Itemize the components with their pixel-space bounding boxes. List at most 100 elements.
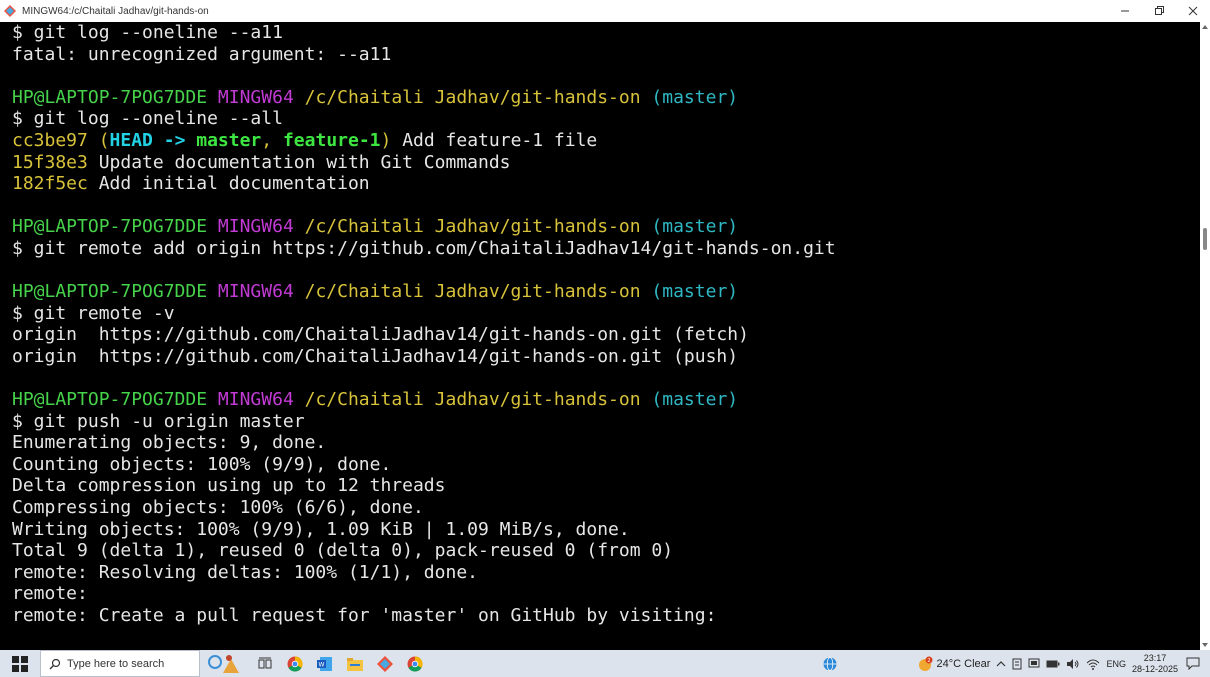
- terminal-text-segment: /c/Chaitali Jadhav/git-hands-on: [304, 281, 641, 303]
- window-title: MINGW64:/c/Chaitali Jadhav/git-hands-on: [22, 5, 209, 17]
- taskbar-app-widget[interactable]: [200, 650, 250, 677]
- task-view-icon: [258, 657, 272, 668]
- taskbar-app-task-view[interactable]: [250, 650, 280, 677]
- terminal-text-segment: Total 9 (delta 1), reused 0 (delta 0), p…: [12, 540, 674, 562]
- taskbar-app-chrome-2[interactable]: [400, 650, 430, 677]
- restore-icon: [1155, 6, 1164, 15]
- terminal-text-segment: feature-1: [282, 129, 381, 151]
- terminal-text-segment: /c/Chaitali Jadhav/git-hands-on: [304, 216, 641, 238]
- terminal-text-segment: master: [196, 129, 262, 151]
- terminal-line: $ git log --oneline --all: [12, 108, 1200, 130]
- terminal-line: $ git log --oneline --a11: [12, 22, 1200, 44]
- terminal-text-segment: origin https://github.com/ChaitaliJadhav…: [12, 345, 739, 367]
- terminal-text-segment: Compressing objects: 100% (6/6), done.: [12, 497, 424, 519]
- notification-center[interactable]: [1186, 657, 1200, 670]
- terminal-text-segment: MINGW64: [217, 86, 294, 108]
- input-language[interactable]: ENG: [1106, 659, 1126, 669]
- terminal-text-segment: Enumerating objects: 9, done.: [12, 432, 327, 454]
- terminal-text-segment: (: [98, 129, 110, 151]
- tray-icon-wifi[interactable]: [1086, 658, 1100, 670]
- terminal-line: remote: Resolving deltas: 100% (1/1), do…: [12, 562, 1200, 584]
- tray-icon-battery[interactable]: [1046, 659, 1060, 669]
- volume-icon: [1067, 658, 1079, 669]
- terminal-text-segment: MINGW64: [217, 281, 294, 303]
- terminal-line: Writing objects: 100% (9/9), 1.09 KiB | …: [12, 519, 1200, 541]
- terminal-text-segment: 182f5ec: [12, 173, 88, 195]
- close-button[interactable]: [1176, 0, 1210, 22]
- terminal-text-segment: HP@LAPTOP-7POG7DDE: [12, 281, 208, 303]
- taskbar-app-git[interactable]: [370, 650, 400, 677]
- battery-icon: [1046, 660, 1060, 667]
- terminal-text-segment: /c/Chaitali Jadhav/git-hands-on: [304, 389, 641, 411]
- terminal-text-segment: HP@LAPTOP-7POG7DDE: [12, 86, 208, 108]
- terminal-text-segment: cc3be97: [12, 129, 88, 151]
- terminal-output[interactable]: $ git log --oneline --a11 fatal: unrecogn…: [0, 22, 1200, 650]
- title-bar: MINGW64:/c/Chaitali Jadhav/git-hands-on: [0, 0, 1210, 22]
- terminal-line: $ git remote -v: [12, 303, 1200, 325]
- terminal-text-segment: (master): [651, 86, 739, 108]
- terminal-text-segment: fatal: unrecognized argument: --a11: [12, 43, 392, 65]
- terminal-text-segment: (master): [651, 216, 739, 238]
- taskbar-app-file-explorer[interactable]: [340, 650, 370, 677]
- show-hidden-icons[interactable]: [996, 659, 1006, 669]
- terminal-text-segment: Update documentation with Git Commands: [87, 151, 511, 173]
- terminal-line: remote: Create a pull request for 'maste…: [12, 605, 1200, 627]
- scroll-down-icon[interactable]: [1202, 642, 1208, 648]
- tray-icon-screen[interactable]: [1028, 658, 1040, 670]
- terminal-line: HP@LAPTOP-7POG7DDE MINGW64 /c/Chaitali J…: [12, 389, 1200, 411]
- tray-app-notification[interactable]: [823, 656, 837, 671]
- scroll-up-icon[interactable]: [1202, 24, 1208, 30]
- terminal-text-segment: $ git log --oneline --a11: [12, 22, 283, 43]
- search-placeholder: Type here to search: [67, 657, 165, 670]
- terminal-text-segment: Add initial documentation: [87, 173, 370, 195]
- minimize-button[interactable]: [1108, 0, 1142, 22]
- taskbar-app-chrome[interactable]: [280, 650, 310, 677]
- weather-moon-icon: 2: [918, 656, 933, 671]
- terminal-text-segment: HEAD ->: [109, 129, 197, 151]
- terminal-line: Total 9 (delta 1), reused 0 (delta 0), p…: [12, 540, 1200, 562]
- scroll-thumb[interactable]: [1203, 228, 1207, 250]
- weather-widget[interactable]: 2 24°C Clear: [917, 656, 990, 672]
- search-icon: [49, 658, 61, 670]
- terminal-text-segment: $ git push -u origin master: [12, 410, 305, 432]
- notification-icon: [1186, 657, 1200, 670]
- terminal-text-segment: Writing objects: 100% (9/9), 1.09 KiB | …: [12, 518, 630, 540]
- terminal-text-segment: remote: Resolving deltas: 100% (1/1), do…: [12, 561, 478, 583]
- start-button[interactable]: [0, 650, 40, 677]
- terminal-line: 15f38e3 Update documentation with Git Co…: [12, 152, 1200, 174]
- svg-text:2: 2: [927, 658, 930, 664]
- terminal-text-segment: HP@LAPTOP-7POG7DDE: [12, 216, 208, 238]
- terminal-line: origin https://github.com/ChaitaliJadhav…: [12, 346, 1200, 368]
- terminal-line: remote:: [12, 583, 1200, 605]
- maximize-button[interactable]: [1142, 0, 1176, 22]
- terminal-text-segment: $ git log --oneline --all: [12, 108, 283, 130]
- taskbar-clock[interactable]: 23:17 28-12-2025: [1132, 653, 1178, 675]
- taskbar-search[interactable]: Type here to search: [40, 650, 200, 677]
- terminal-line: Delta compression using up to 12 threads: [12, 475, 1200, 497]
- terminal-text-segment: Delta compression using up to 12 threads: [12, 475, 446, 497]
- terminal-text-segment: 15f38e3: [12, 151, 88, 173]
- tray-icon-battery-meter[interactable]: [1012, 658, 1022, 670]
- file-explorer-icon: [347, 657, 363, 671]
- tray-icon-volume[interactable]: [1066, 658, 1080, 670]
- terminal-text-segment: MINGW64: [217, 389, 294, 411]
- chrome-icon: [287, 655, 303, 672]
- terminal-text-segment: remote:: [12, 583, 88, 605]
- globe-icon: [823, 656, 837, 671]
- terminal-line: $ git push -u origin master: [12, 411, 1200, 433]
- terminal-scrollbar[interactable]: [1200, 22, 1210, 650]
- taskbar-app-word[interactable]: W: [310, 650, 340, 677]
- terminal-text-segment: ): [380, 129, 392, 151]
- terminal-line: HP@LAPTOP-7POG7DDE MINGW64 /c/Chaitali J…: [12, 87, 1200, 109]
